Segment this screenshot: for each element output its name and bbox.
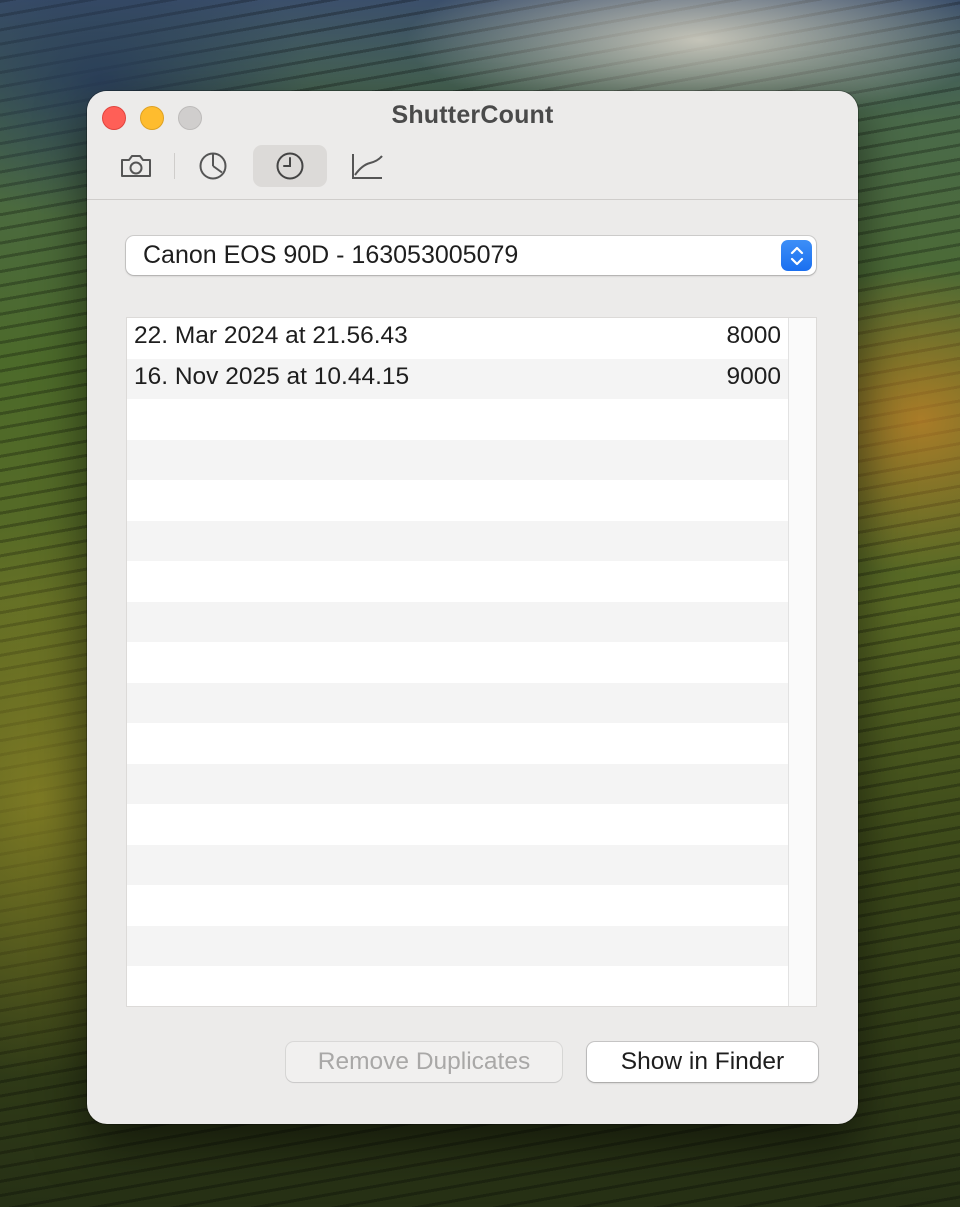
empty-row (127, 439, 789, 480)
row-date: 16. Nov 2025 at 10.44.15 (134, 362, 410, 390)
toolbar-graph-button[interactable] (330, 145, 404, 187)
camera-select-popup[interactable]: Canon EOS 90D - 163053005079 (126, 236, 816, 275)
row-date: 22. Mar 2024 at 21.56.43 (134, 322, 408, 349)
table-rows: 22. Mar 2024 at 21.56.43 8000 16. Nov 20… (127, 318, 789, 1006)
chevron-up-down-icon (790, 246, 803, 265)
toolbar-camera-button[interactable] (99, 145, 173, 187)
toolbar-statistics-button[interactable] (176, 145, 250, 187)
empty-row (127, 844, 789, 885)
table-row[interactable]: 16. Nov 2025 at 10.44.15 9000 (127, 358, 789, 399)
table-scrollbar[interactable] (788, 318, 816, 1006)
show-in-finder-button[interactable]: Show in Finder (587, 1042, 818, 1082)
empty-row (127, 642, 789, 683)
window-title: ShutterCount (391, 101, 554, 129)
empty-row (127, 885, 789, 926)
remove-duplicates-button[interactable]: Remove Duplicates (286, 1042, 562, 1082)
shutter-history-table[interactable]: 22. Mar 2024 at 21.56.43 8000 16. Nov 20… (126, 317, 817, 1007)
row-count: 9000 (726, 362, 781, 390)
camera-icon (121, 155, 151, 177)
empty-row (127, 804, 789, 845)
camera-select-value: Canon EOS 90D - 163053005079 (143, 241, 519, 269)
empty-row (127, 561, 789, 602)
empty-row (127, 966, 789, 1006)
empty-row (127, 682, 789, 723)
clock-icon (276, 152, 304, 180)
popup-stepper[interactable] (781, 240, 812, 271)
empty-row (127, 925, 789, 966)
shuttercount-window: ShutterCount Canon EOS 90D - 16305300507… (87, 91, 858, 1124)
pie-chart-icon (199, 152, 227, 180)
empty-row (127, 601, 789, 642)
table-row[interactable]: 22. Mar 2024 at 21.56.43 8000 (127, 318, 789, 359)
empty-row (127, 763, 789, 804)
empty-row (127, 399, 789, 440)
row-count: 8000 (726, 322, 781, 349)
empty-row (127, 520, 789, 561)
toolbar-history-button[interactable] (253, 145, 327, 187)
empty-row (127, 723, 789, 764)
empty-row (127, 480, 789, 521)
line-chart-icon (352, 154, 383, 179)
title-bar: ShutterCount (87, 91, 858, 200)
toolbar-separator (174, 153, 175, 179)
